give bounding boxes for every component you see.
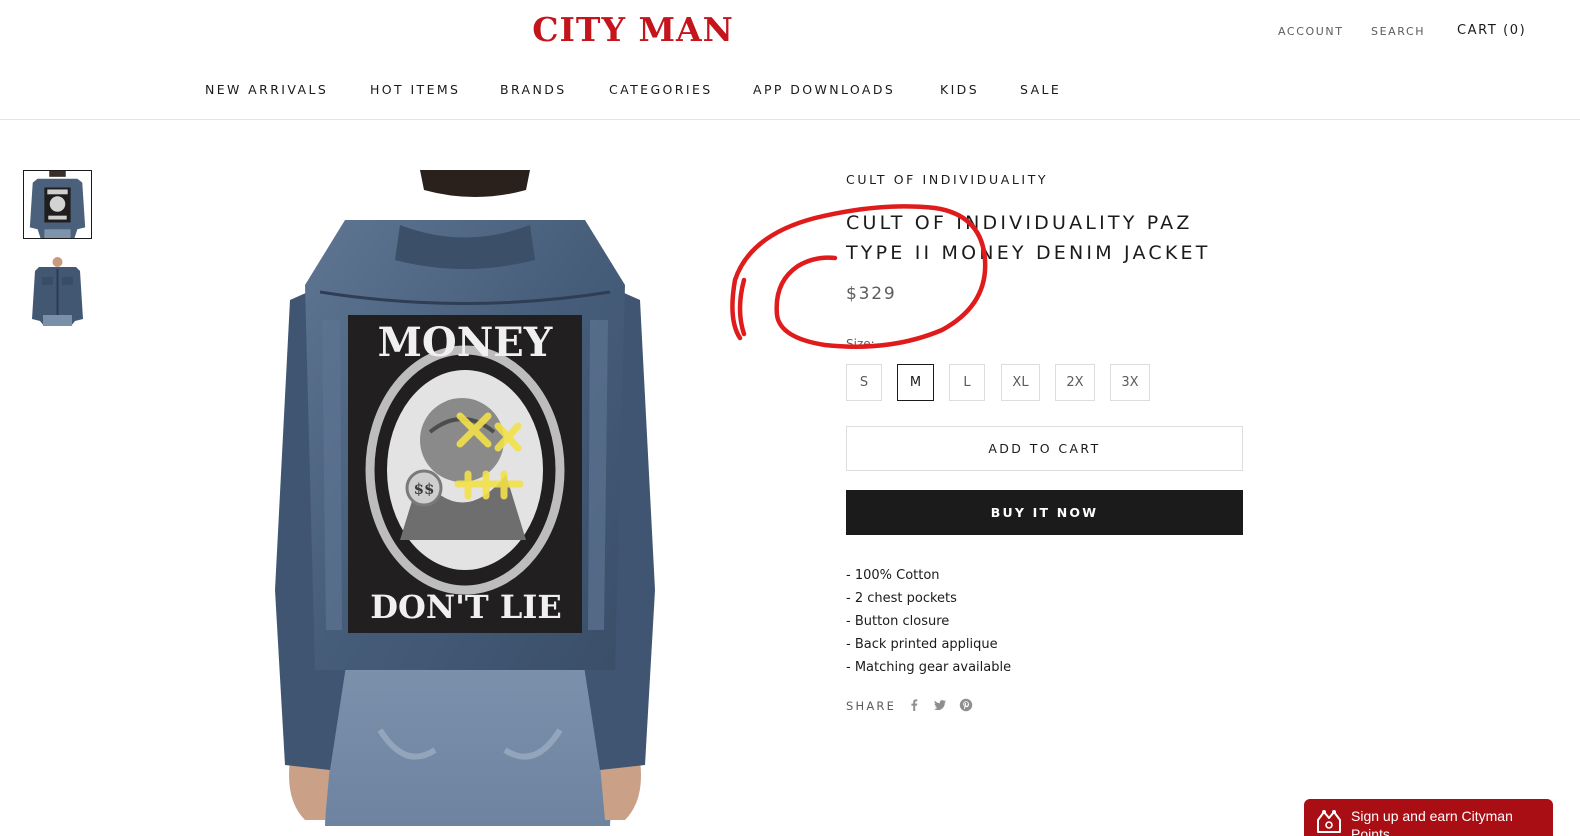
patch-top-text: MONEY	[378, 319, 553, 366]
nav-app-downloads[interactable]: APP DOWNLOADS	[753, 82, 895, 97]
search-link[interactable]: SEARCH	[1371, 25, 1425, 38]
nav-hot-items[interactable]: HOT ITEMS	[370, 82, 460, 97]
account-link[interactable]: ACCOUNT	[1278, 25, 1344, 38]
description-line: - Matching gear available	[846, 660, 1012, 675]
size-option-m[interactable]: M	[897, 364, 934, 401]
nav-new-arrivals[interactable]: NEW ARRIVALS	[205, 82, 328, 97]
description-line: - Back printed applique	[846, 637, 998, 652]
product-main-image[interactable]: $$ MONEY DON'T LIE	[230, 170, 700, 826]
twitter-icon[interactable]	[932, 697, 948, 713]
rewards-text: Sign up and earn Cityman Points	[1351, 808, 1513, 836]
size-option-s[interactable]: S	[846, 364, 882, 401]
facebook-icon[interactable]	[906, 697, 922, 713]
buy-it-now-button[interactable]: BUY IT NOW	[846, 490, 1243, 535]
size-option-xl[interactable]: XL	[1001, 364, 1040, 401]
product-title: CULT OF INDIVIDUALITY PAZ TYPE II MONEY …	[846, 212, 1211, 264]
patch-bottom-text: DON'T LIE	[370, 588, 561, 626]
rewards-crown-icon	[1317, 810, 1341, 833]
size-option-l[interactable]: L	[949, 364, 985, 401]
description-line: - 2 chest pockets	[846, 591, 957, 606]
jacket-front-thumbnail-image	[23, 257, 92, 326]
denim-jacket-back-image: $$ MONEY DON'T LIE	[230, 170, 700, 826]
description-line: - 100% Cotton	[846, 568, 940, 583]
product-thumbnail-front[interactable]	[23, 257, 92, 326]
site-logo[interactable]: CITY MAN	[493, 10, 773, 50]
description-line: - Button closure	[846, 614, 950, 629]
header-divider	[0, 119, 1580, 120]
product-vendor[interactable]: CULT OF INDIVIDUALITY	[846, 172, 1048, 187]
product-price: $329	[846, 284, 897, 304]
size-label: Size:	[846, 337, 875, 351]
size-option-3x[interactable]: 3X	[1110, 364, 1150, 401]
nav-kids[interactable]: KIDS	[940, 82, 979, 97]
pinterest-icon[interactable]	[958, 697, 974, 713]
cart-link[interactable]: CART (0)	[1457, 23, 1526, 38]
coin-text: $$	[414, 480, 435, 498]
nav-brands[interactable]: BRANDS	[500, 82, 567, 97]
size-option-2x[interactable]: 2X	[1055, 364, 1095, 401]
rewards-launcher[interactable]: Sign up and earn Cityman Points	[1304, 799, 1553, 836]
jacket-back-thumbnail-image	[24, 171, 91, 238]
main-navigation: NEW ARRIVALS HOT ITEMS BRANDS CATEGORIES…	[0, 82, 1580, 102]
add-to-cart-button[interactable]: ADD TO CART	[846, 426, 1243, 471]
nav-sale[interactable]: SALE	[1020, 82, 1061, 97]
share-label: SHARE	[846, 699, 897, 713]
nav-categories[interactable]: CATEGORIES	[609, 82, 713, 97]
product-thumbnail-back[interactable]	[23, 170, 92, 239]
